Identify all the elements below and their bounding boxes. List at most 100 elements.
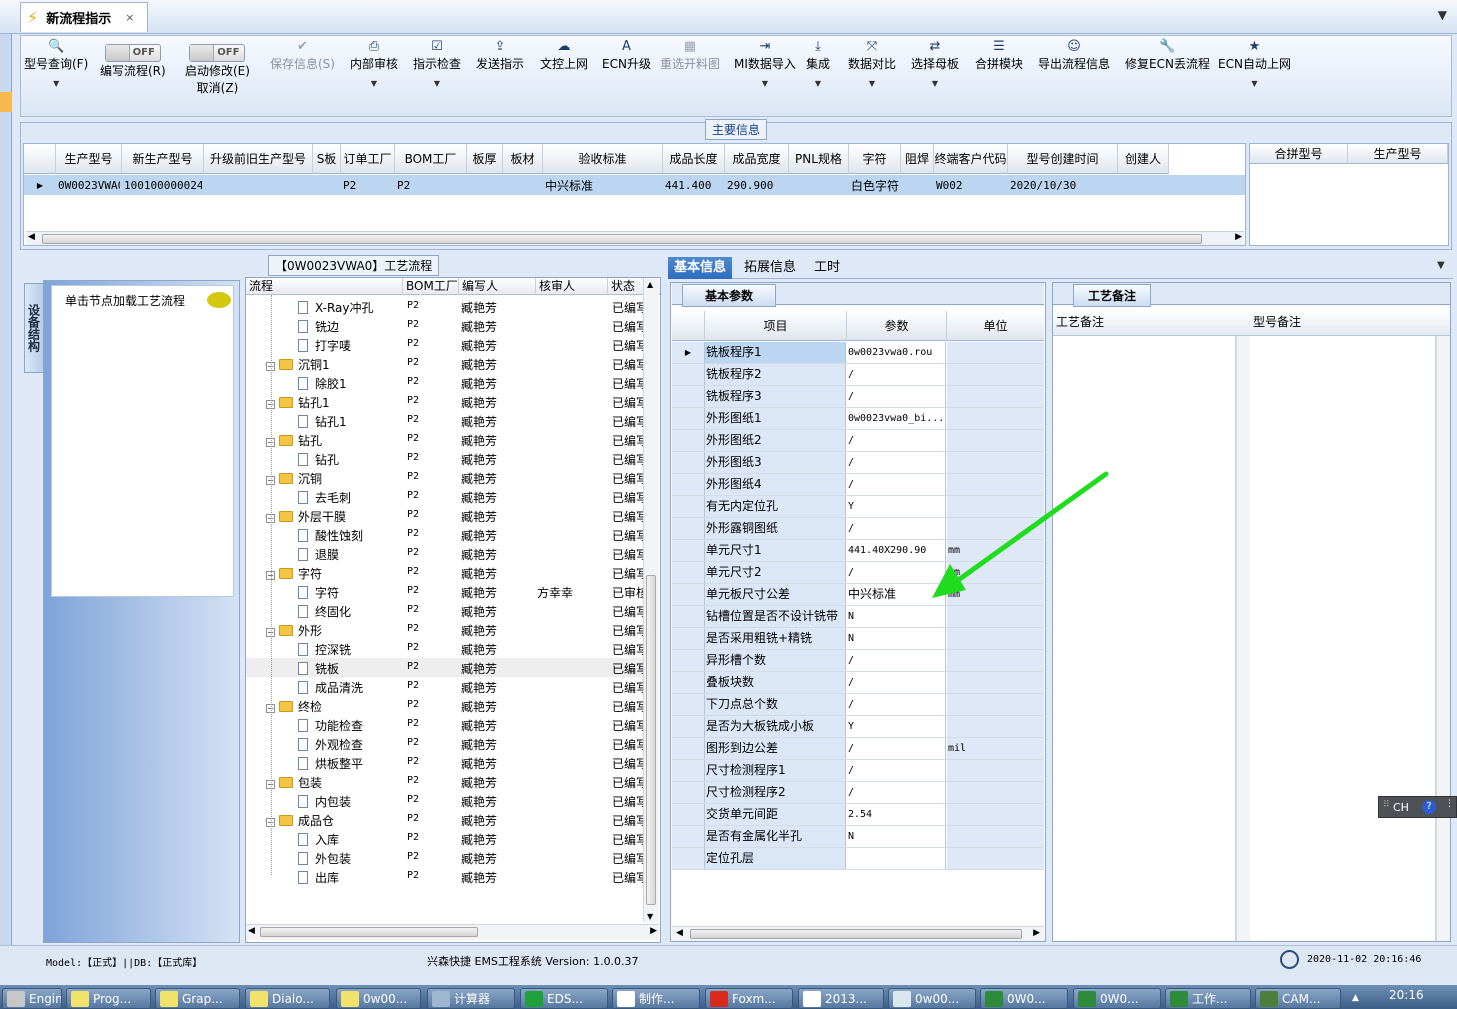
tree-node[interactable]: 终固化 (298, 603, 351, 620)
horizontal-scrollbar[interactable]: ◀ ▶ (672, 926, 1044, 941)
tree-node[interactable]: 钻孔1 (298, 413, 347, 430)
table-cell[interactable]: 10010000002411 (124, 175, 202, 195)
col-header[interactable]: 订单工厂 (341, 144, 395, 174)
tree-row[interactable]: 铣板 P2 臧艳芳 已编写 (246, 658, 644, 677)
tree-row[interactable]: 出库 P2 臧艳芳 已编写 (246, 867, 644, 886)
toolbar-button-11[interactable]: ⤓ 集成 ▼ (806, 36, 830, 116)
col-header[interactable]: 创建人 (1118, 144, 1169, 174)
structure-vertical-tab[interactable]: 设备结构 (24, 283, 44, 373)
chevron-down-icon[interactable]: ▼ (869, 79, 875, 88)
param-value[interactable]: 0w0023vwa0.rou (847, 342, 946, 363)
taskbar-clock[interactable]: 20:16 (1389, 988, 1424, 1002)
options-icon[interactable]: ⋮ (1445, 799, 1454, 809)
param-row[interactable]: 尺寸检测程序1/ (672, 760, 1044, 782)
chevron-down-icon[interactable]: ▼ (815, 79, 821, 88)
tree-row[interactable]: 入库 P2 臧艳芳 已编写 (246, 829, 644, 848)
tree-node[interactable]: 字符 (298, 584, 339, 601)
taskbar-button[interactable]: 0w00... (888, 988, 976, 1009)
param-value[interactable]: N (847, 826, 946, 847)
param-row[interactable]: 定位孔层 (672, 848, 1044, 870)
horizontal-scrollbar[interactable]: ◀ ▶ (246, 924, 659, 940)
toolbar-button-13[interactable]: ⇄ 选择母板 ▼ (911, 36, 959, 116)
tree-node[interactable]: − 外形 (266, 622, 322, 639)
chevron-down-icon[interactable]: ▼ (932, 79, 938, 88)
toolbar-button-0[interactable]: 🔍 型号查询(F) ▼ (24, 36, 88, 116)
col-header[interactable]: 升级前旧生产型号 (204, 144, 313, 174)
col-header[interactable]: 阻焊 (901, 144, 934, 174)
col-header-bom-factory[interactable]: BOM工厂 (403, 278, 459, 295)
tree-row[interactable]: X-Ray冲孔 P2 臧艳芳 已编写 (246, 297, 644, 316)
param-value[interactable]: / (847, 694, 946, 715)
toolbar-button-4[interactable]: ⎙ 内部审核 ▼ (350, 36, 398, 116)
param-row[interactable]: 是否采用粗铣+精铣 N (672, 628, 1044, 650)
param-value[interactable]: / (847, 672, 946, 693)
tree-node[interactable]: 出库 (298, 869, 339, 886)
col-header[interactable]: 字符 (849, 144, 901, 174)
tree-row[interactable]: − 字符 P2 臧艳芳 已编写 (246, 563, 644, 582)
col-header-reviewer[interactable]: 核审人 (536, 278, 608, 295)
toolbar-button-1[interactable]: OFF 编写流程(R) (100, 36, 166, 116)
col-header[interactable]: 板厚 (467, 144, 503, 174)
param-row[interactable]: ▶ 铣板程序1 0w0023vwa0.rou (672, 342, 1044, 364)
tree-node[interactable]: 外观检查 (298, 736, 363, 753)
tree-row[interactable]: 酸性蚀刻 P2 臧艳芳 已编写 (246, 525, 644, 544)
col-header-process[interactable]: 流程 (246, 278, 403, 295)
tree-row[interactable]: 外包装 P2 臧艳芳 已编写 (246, 848, 644, 867)
param-value[interactable]: 0w0023vwa0_bi... (847, 408, 946, 429)
taskbar-button[interactable]: Dialo... (245, 988, 330, 1009)
language-indicator[interactable]: CH (1393, 801, 1409, 814)
table-cell[interactable] (1120, 175, 1167, 195)
tree-row[interactable]: 烘板整平 P2 臧艳芳 已编写 (246, 753, 644, 772)
vertical-scrollbar[interactable] (1436, 336, 1450, 941)
tree-row[interactable]: − 外层干膜 P2 臧艳芳 已编写 (246, 506, 644, 525)
tree-node[interactable]: 铣边 (298, 318, 339, 335)
col-header-status[interactable]: 状态 (608, 278, 644, 295)
table-cell[interactable] (469, 175, 501, 195)
language-bar[interactable]: ⠿ CH ? ⋮ (1378, 796, 1457, 818)
col-header[interactable]: BOM工厂 (395, 144, 467, 174)
vertical-scrollbar[interactable] (1236, 336, 1250, 941)
col-header[interactable]: S板 (313, 144, 341, 174)
col-header[interactable]: 生产型号 (56, 144, 122, 174)
tree-node[interactable]: 退膜 (298, 546, 339, 563)
tree-row[interactable]: 去毛刺 P2 臧艳芳 已编写 (246, 487, 644, 506)
tree-node[interactable]: − 外层干膜 (266, 508, 346, 525)
param-value[interactable]: / (847, 386, 946, 407)
col-header-writer[interactable]: 编写人 (459, 278, 536, 295)
tree-row[interactable]: 打字唛 P2 臧艳芳 已编写 (246, 335, 644, 354)
tree-node[interactable]: 除胶1 (298, 375, 347, 392)
tree-node[interactable]: 铣板 (298, 660, 339, 677)
close-icon[interactable]: × (125, 11, 134, 24)
param-row[interactable]: 外形图纸1 0w0023vwa0_bi... (672, 408, 1044, 430)
tab-list-chevron-icon[interactable]: ▼ (1438, 8, 1447, 22)
tree-row[interactable]: 内包装 P2 臧艳芳 已编写 (246, 791, 644, 810)
table-cell[interactable]: W002 (936, 175, 1006, 195)
toolbar-button-2[interactable]: OFF 启动修改(E) 取消(Z) (185, 36, 250, 116)
tree-row[interactable]: 控深铣 P2 臧艳芳 已编写 (246, 639, 644, 658)
taskbar-button[interactable]: CAM... (1255, 988, 1341, 1009)
tab-extended-info[interactable]: 拓展信息 (738, 257, 802, 279)
param-value[interactable]: / (847, 650, 946, 671)
param-row[interactable]: 铣板程序3/ (672, 386, 1044, 408)
help-icon[interactable]: ? (1422, 800, 1436, 814)
param-value[interactable] (847, 848, 946, 869)
col-header-value[interactable]: 参数 (847, 311, 947, 341)
tree-node[interactable]: − 沉铜1 (266, 356, 330, 373)
col-header[interactable]: 新生产型号 (122, 144, 204, 174)
col-header-merged-model[interactable]: 合拼型号 (1250, 144, 1348, 164)
tree-row[interactable]: − 沉铜1 P2 臧艳芳 已编写 (246, 354, 644, 373)
tree-row[interactable]: − 钻孔1 P2 臧艳芳 已编写 (246, 392, 644, 411)
tree-row[interactable]: − 沉铜 P2 臧艳芳 已编写 (246, 468, 644, 487)
taskbar-button[interactable]: EDS... (520, 988, 608, 1009)
tree-node[interactable]: − 终检 (266, 698, 322, 715)
vertical-scrollbar[interactable]: ▲ ▼ (643, 279, 659, 922)
param-value[interactable]: / (847, 760, 946, 781)
param-row[interactable]: 铣板程序2/ (672, 364, 1044, 386)
param-row[interactable]: 异形槽个数 / (672, 650, 1044, 672)
taskbar-button[interactable]: Engin... (2, 988, 62, 1009)
table-cell[interactable]: 441.400 (665, 175, 723, 195)
taskbar-button[interactable]: 2013... (798, 988, 884, 1009)
tree-row[interactable]: 终固化 P2 臧艳芳 已编写 (246, 601, 644, 620)
table-cell[interactable] (903, 175, 932, 195)
param-row[interactable]: 尺寸检测程序2/ (672, 782, 1044, 804)
